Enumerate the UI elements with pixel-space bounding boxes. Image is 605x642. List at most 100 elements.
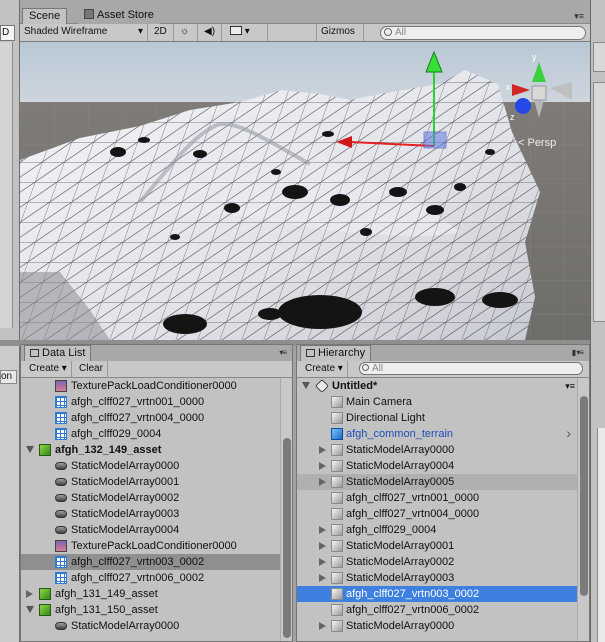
tab-hierarchy[interactable]: Hierarchy [300, 345, 372, 361]
hierarchy-row[interactable]: StaticModelArray0004 [297, 458, 577, 474]
collapse-arrow-icon[interactable] [319, 558, 326, 566]
left-field[interactable]: D [0, 25, 15, 41]
hierarchy-row[interactable]: StaticModelArray0000 [297, 618, 577, 634]
lighting-toggle[interactable]: ☼ [176, 24, 198, 41]
grid-asset-icon [55, 556, 67, 568]
hierarchy-row[interactable]: StaticModelArray0003 [297, 570, 577, 586]
hierarchy-row[interactable]: afgh_clff027_vrtn003_0002 [297, 586, 577, 602]
data-list-row[interactable]: afgh_clff027_vrtn003_0002 [21, 554, 280, 570]
collapse-arrow-icon[interactable] [26, 590, 33, 598]
hierarchy-row-label: afgh_clff029_0004 [346, 524, 437, 536]
gameobject-icon [331, 444, 343, 456]
data-list-row-label: afgh_clff027_vrtn004_0000 [71, 412, 205, 424]
hierarchy-row[interactable]: afgh_clff027_vrtn001_0000 [297, 490, 577, 506]
hierarchy-row[interactable]: StaticModelArray0005 [297, 474, 577, 490]
data-list-panel: Data List ▾≡ Create ▾ Clear TexturePackL… [20, 344, 293, 642]
model-array-icon [55, 494, 67, 502]
tab-scene[interactable]: Scene [22, 8, 68, 24]
hierarchy-search-input[interactable]: All [359, 362, 583, 375]
collapse-arrow-icon[interactable] [319, 526, 326, 534]
green-cube-icon [39, 444, 51, 456]
data-list-row[interactable]: afgh_131_150_asset [21, 602, 280, 618]
draw-mode-dropdown[interactable]: Shaded Wireframe ▾ [20, 24, 148, 41]
data-list-row[interactable]: afgh_132_149_asset [21, 442, 280, 458]
hierarchy-tree: Untitled* ▾≡ Main Camera Directional Ligh… [297, 378, 577, 641]
data-list-row[interactable]: afgh_clff027_vrtn001_0000 [21, 394, 280, 410]
chevron-down-icon: ▾ [244, 26, 250, 37]
panel-menu-icon[interactable]: ▾≡ [279, 348, 287, 357]
hierarchy-row[interactable]: afgh_clff027_vrtn006_0002 [297, 602, 577, 618]
data-list-row[interactable]: afgh_clff027_vrtn004_0000 [21, 410, 280, 426]
left-lower-strip: on [0, 346, 20, 642]
expand-arrow-icon[interactable] [302, 382, 310, 389]
data-list-row[interactable]: StaticModelArray0001 [21, 474, 280, 490]
scene-menu-icon[interactable]: ▾≡ [565, 378, 575, 394]
scene-root-row[interactable]: Untitled* ▾≡ [297, 378, 577, 394]
gizmos-dropdown[interactable]: Gizmos ▾ [316, 24, 364, 53]
data-list-row[interactable]: afgh_clff029_0004 [21, 426, 280, 442]
audio-toggle[interactable]: ◀) [200, 24, 222, 41]
data-list-row[interactable]: StaticModelArray0004 [21, 522, 280, 538]
hierarchy-row[interactable]: afgh_clff029_0004 [297, 522, 577, 538]
grid-asset-icon [55, 396, 67, 408]
tab-asset-store[interactable]: Asset Store [78, 8, 160, 24]
gameobject-icon [331, 620, 343, 632]
scene-view-canvas[interactable]: y x z < Persp [20, 42, 590, 340]
hierarchy-row[interactable]: StaticModelArray0000 [297, 442, 577, 458]
hierarchy-scroll-thumb[interactable] [580, 396, 588, 596]
data-list-row[interactable]: StaticModelArray0000 [21, 618, 280, 634]
collapse-arrow-icon[interactable] [319, 462, 326, 470]
hierarchy-row[interactable]: afgh_common_terrain › [297, 425, 577, 442]
data-list-header: Data List ▾≡ [21, 345, 292, 361]
data-list-row-label: afgh_131_149_asset [55, 588, 158, 600]
data-list-scrollbar[interactable] [280, 378, 292, 641]
hierarchy-row[interactable]: afgh_clff027_vrtn004_0000 [297, 506, 577, 522]
hierarchy-row[interactable]: StaticModelArray0001 [297, 538, 577, 554]
expand-arrow-icon[interactable] [26, 446, 34, 453]
speaker-icon: ◀) [204, 26, 216, 37]
search-icon [362, 364, 369, 371]
data-list-row-label: StaticModelArray0001 [71, 476, 180, 488]
data-list-row-label: StaticModelArray0000 [71, 460, 180, 472]
left-lower-label[interactable]: on [0, 370, 17, 384]
data-list-row[interactable]: StaticModelArray0003 [21, 506, 280, 522]
expand-arrow-icon[interactable] [26, 606, 34, 613]
tab-menu-icon[interactable]: ▾≡ [574, 11, 584, 22]
toggle-2d-button[interactable]: 2D [150, 24, 174, 41]
collapse-arrow-icon[interactable] [319, 542, 326, 550]
hierarchy-title: Hierarchy [318, 347, 366, 359]
collapse-arrow-icon[interactable] [319, 478, 326, 486]
axis-z-label: z [510, 112, 515, 122]
data-list-clear-button[interactable]: Clear [75, 361, 108, 377]
data-list-row[interactable]: TexturePackLoadConditioner0000 [21, 538, 280, 554]
green-cube-icon [39, 604, 51, 616]
tab-data-list[interactable]: Data List [24, 345, 92, 361]
gameobject-icon [331, 476, 343, 488]
data-list-row[interactable]: StaticModelArray0002 [21, 490, 280, 506]
data-list-row[interactable]: afgh_131_149_asset [21, 586, 280, 602]
data-list-row[interactable]: afgh_clff027_vrtn006_0002 [21, 570, 280, 586]
gameobject-icon [331, 412, 343, 424]
hierarchy-scrollbar[interactable] [577, 378, 589, 641]
panel-menu-icon[interactable]: ▮ ▾≡ [572, 348, 584, 357]
scene-search-input[interactable]: All [380, 26, 586, 40]
collapse-arrow-icon[interactable] [319, 574, 326, 582]
data-list-row-label: afgh_clff027_vrtn003_0002 [71, 556, 205, 568]
data-list-create-button[interactable]: Create ▾ [25, 361, 72, 377]
hierarchy-row[interactable]: Main Camera [297, 394, 577, 410]
data-list-row[interactable]: StaticModelArray0000 [21, 458, 280, 474]
data-list-row[interactable]: TexturePackLoadConditioner0000 [21, 378, 280, 394]
hierarchy-row[interactable]: Directional Light [297, 410, 577, 426]
scene-viewport[interactable]: y x z < Persp [20, 42, 590, 340]
hierarchy-row-label: afgh_common_terrain [346, 428, 454, 440]
effects-dropdown[interactable]: ▾ [226, 24, 268, 41]
inspector-lower-pane [597, 428, 605, 642]
collapse-arrow-icon[interactable] [319, 622, 326, 630]
prefab-open-icon[interactable]: › [566, 425, 571, 441]
data-list-scroll-thumb[interactable] [283, 438, 291, 638]
hierarchy-create-button[interactable]: Create ▾ [301, 361, 348, 377]
collapse-arrow-icon[interactable] [319, 446, 326, 454]
grid-asset-icon [55, 428, 67, 440]
hierarchy-row[interactable]: StaticModelArray0002 [297, 554, 577, 570]
gameobject-icon [331, 524, 343, 536]
